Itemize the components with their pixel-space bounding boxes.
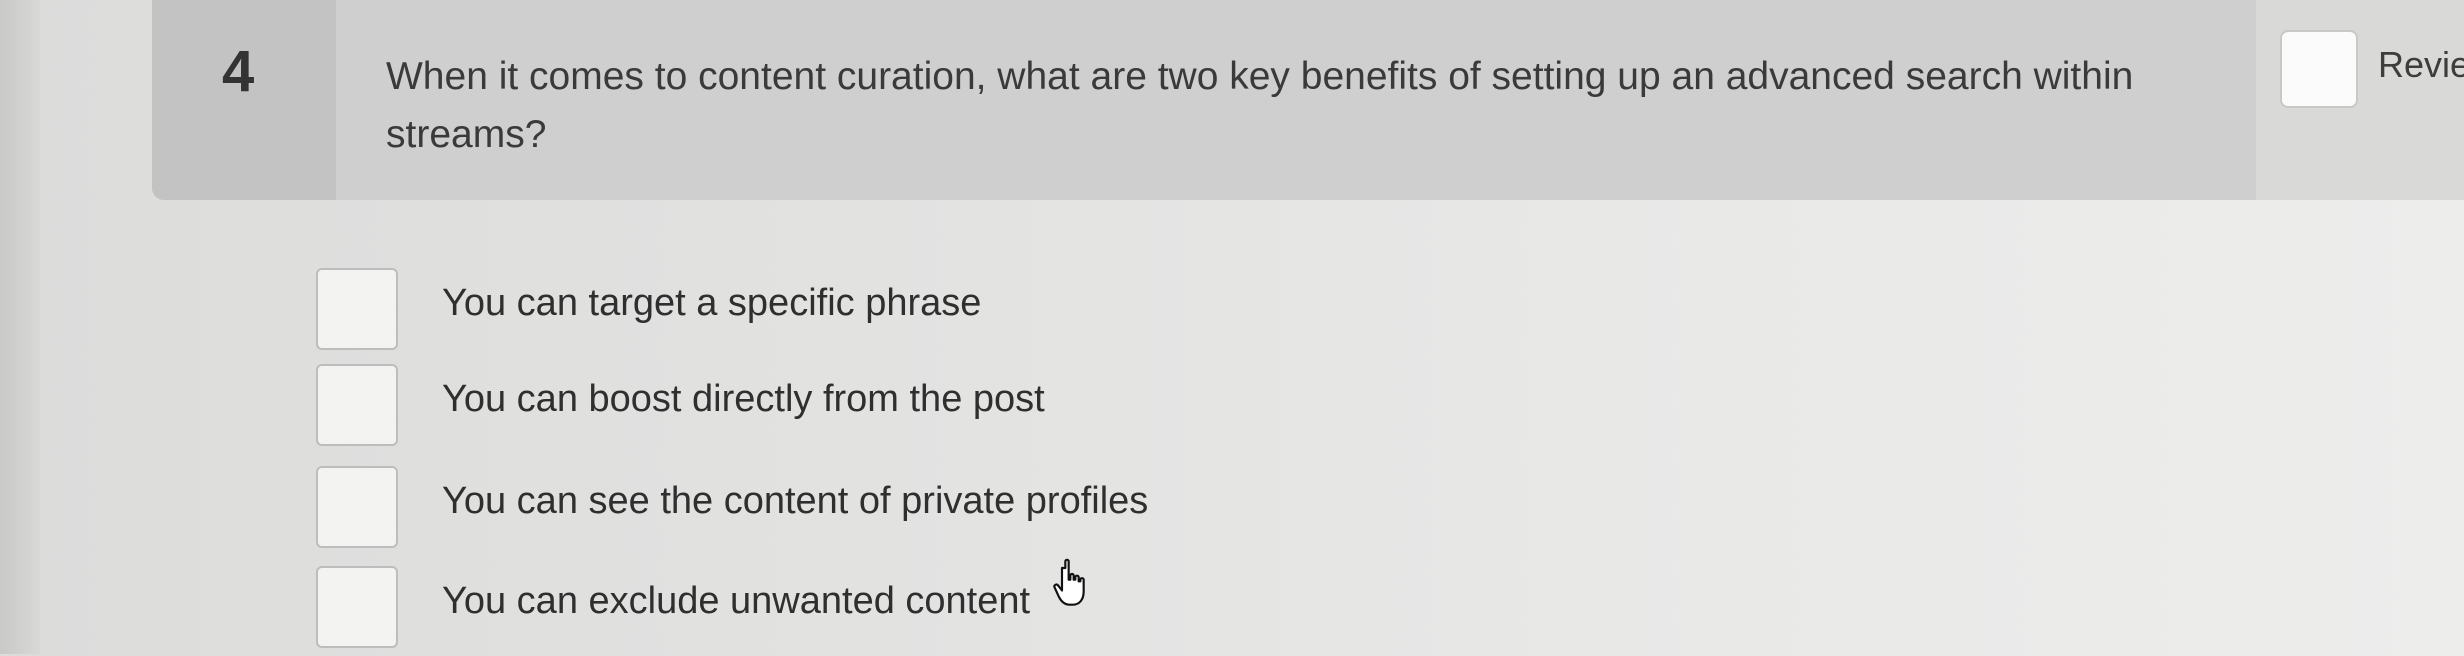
answer-option-3[interactable]: You can see the content of private profi…: [312, 466, 1512, 556]
question-text: When it comes to content curation, what …: [386, 55, 2134, 156]
answer-option-4[interactable]: You can exclude unwanted content: [312, 566, 1512, 656]
answer-option-2[interactable]: You can boost directly from the post: [312, 364, 1512, 454]
review-checkbox[interactable]: [2280, 30, 2358, 108]
answer-checkbox[interactable]: [316, 466, 398, 548]
hand-pointer-icon: [1053, 558, 1085, 606]
answer-checkbox[interactable]: [316, 268, 398, 350]
answer-checkbox[interactable]: [316, 566, 398, 648]
answer-label: You can exclude unwanted content: [442, 580, 1031, 622]
page-left-edge: [0, 0, 40, 654]
answer-label: You can boost directly from the post: [442, 378, 1045, 420]
answer-label: You can target a specific phrase: [442, 282, 982, 324]
review-label: Revie: [2378, 44, 2464, 85]
answer-option-1[interactable]: You can target a specific phrase: [312, 268, 1512, 358]
question-number: 4: [222, 39, 255, 104]
answer-checkbox[interactable]: [316, 364, 398, 446]
answer-label: You can see the content of private profi…: [442, 480, 1149, 522]
